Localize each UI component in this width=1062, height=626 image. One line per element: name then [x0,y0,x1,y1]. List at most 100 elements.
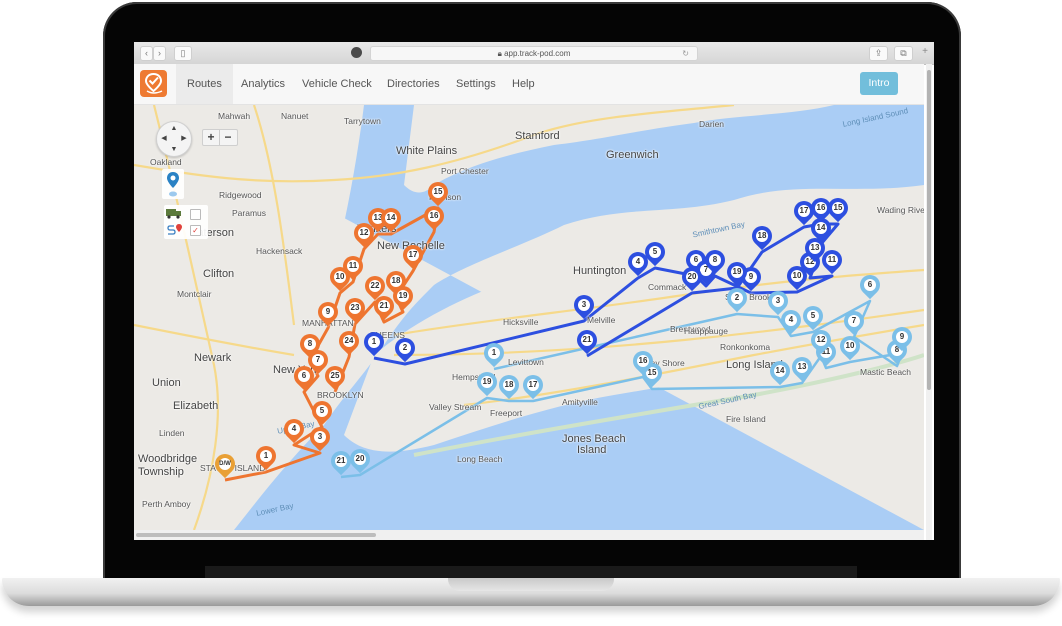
route-orange-stop-marker[interactable]: 1 [251,441,281,473]
share-button[interactable]: ⇪ [869,46,888,61]
route-blue-stop-marker[interactable]: 15 [823,193,853,225]
nav-tab-directories[interactable]: Directories [376,64,451,104]
route-lightblue-stop-marker[interactable]: 21 [326,446,356,478]
map-place-label: Elizabeth [173,400,219,412]
route-map[interactable]: Mahwah Tarrytown Stamford Darien Nanuet White… [134,105,924,530]
map-place-label: Hauppauge [684,326,728,336]
route-lightblue-stop-marker[interactable]: 17 [518,370,548,402]
back-button[interactable]: ‹ [140,46,153,61]
stop-number: 24 [344,336,354,345]
pan-right-icon[interactable]: ▶ [179,135,189,143]
route-lightblue-stop-marker[interactable]: 20 [345,444,375,476]
route-blue-stop-marker[interactable]: 2 [390,333,420,365]
zoom-control: + − [202,129,238,146]
route-lightblue-stop-marker[interactable]: 6 [855,270,885,302]
route-layer-checkbox[interactable]: ✓ [190,225,201,236]
address-bar[interactable]: 🔒︎ app.track-pod.com ↻ [370,46,698,61]
route-blue-stop-marker[interactable]: 19 [722,257,752,289]
route-lightblue-stop-marker[interactable]: 13 [787,352,817,384]
route-blue-stop-marker[interactable]: 8 [700,245,730,277]
nav-tab-routes[interactable]: Routes [176,64,233,104]
sidebar-toggle-button[interactable]: ▯ [174,46,192,61]
new-tab-button[interactable]: + [919,46,931,62]
nav-tab-vehicle-check[interactable]: Vehicle Check [291,64,383,104]
route-orange-stop-marker[interactable]: 11 [338,251,368,283]
route-orange-stop-marker[interactable]: 14 [376,203,406,235]
route-blue-stop-marker[interactable]: 18 [747,221,777,253]
laptop-notch [448,578,614,591]
map-place-label: Huntington [573,265,627,277]
route-lightblue-stop-marker[interactable]: 1 [479,338,509,370]
map-place-label: Ridgewood [219,190,262,200]
route-lightblue-stop-marker[interactable]: 16 [628,346,658,378]
route-orange-stop-marker[interactable]: 5 [307,396,337,428]
track-pod-logo-icon[interactable] [140,70,167,97]
stop-number: 3 [581,300,587,309]
vertical-scrollbar[interactable] [926,64,932,540]
route-blue-stop-marker[interactable]: 5 [640,237,670,269]
route-lightblue-stop-marker[interactable]: 9 [887,322,917,354]
route-orange-stop-marker[interactable]: 23 [340,293,370,325]
map-place-label: Port Chester [441,166,489,176]
route-blue-stop-marker[interactable]: 1 [359,327,389,359]
map-place-label: Levittown [508,357,544,367]
zoom-out-button[interactable]: − [220,130,236,145]
stop-number: 19 [398,291,408,300]
vehicle-layer-checkbox[interactable] [190,209,201,220]
forward-button[interactable]: › [153,46,166,61]
route-lightblue-stop-marker[interactable]: 10 [835,331,865,363]
map-place-label: Linden [159,428,185,438]
intro-button[interactable]: Intro [860,72,898,95]
nav-tab-analytics[interactable]: Analytics [230,64,296,104]
browser-toolbar: ‹ › ▯ 🔒︎ app.track-pod.com ↻ ⇪ ⧉ + [134,42,934,65]
nav-tab-settings[interactable]: Settings [445,64,507,104]
route-blue-stop-marker[interactable]: 3 [569,290,599,322]
route-orange-stop-marker[interactable]: 19 [388,281,418,313]
route-lightblue-stop-marker[interactable]: 7 [839,306,869,338]
route-orange-stop-marker[interactable]: 17 [398,240,428,272]
pan-left-icon[interactable]: ◀ [159,135,169,143]
route-orange-stop-marker[interactable]: 3 [305,422,335,454]
pan-up-icon[interactable]: ▲ [169,125,179,133]
route-lightblue-stop-marker[interactable]: 14 [765,356,795,388]
route-orange-stop-marker[interactable]: D/W [210,449,240,481]
tabs-overview-button[interactable]: ⧉ [894,46,913,61]
horizontal-scroll-thumb[interactable] [136,533,376,537]
route-orange-stop-marker[interactable]: 22 [360,271,390,303]
route-lightblue-stop-marker[interactable]: 12 [806,325,836,357]
route-lightblue-stop-marker[interactable]: 18 [494,370,524,402]
route-blue-stop-marker[interactable]: 17 [789,196,819,228]
map-place-label: Amityville [562,397,598,407]
stop-number: 20 [355,454,365,463]
stop-number: 11 [827,255,837,264]
map-place-label: Montclair [177,289,212,299]
route-blue-stop-marker[interactable]: 21 [572,325,602,357]
route-orange-stop-marker[interactable]: 24 [334,326,364,358]
route-orange-stop-marker[interactable]: 25 [320,361,350,393]
route-orange-stop-marker[interactable]: 4 [279,414,309,446]
reload-icon[interactable]: ↻ [682,47,689,60]
stop-number: 1 [491,348,497,357]
map-place-label: Nanuet [281,111,309,121]
map-place-label: Hackensack [256,246,303,256]
route-orange-stop-marker[interactable]: 16 [419,201,449,233]
nav-tab-help[interactable]: Help [501,64,546,104]
stop-number: 1 [263,451,269,460]
route-blue-stop-marker[interactable]: 11 [817,245,847,277]
privacy-icon[interactable] [351,47,362,58]
vertical-scroll-thumb[interactable] [927,70,931,390]
route-orange-stop-marker[interactable]: 9 [313,297,343,329]
route-lightblue-stop-marker[interactable]: 4 [776,305,806,337]
pan-down-icon[interactable]: ▼ [169,146,179,154]
route-blue-stop-marker[interactable]: 20 [677,262,707,294]
horizontal-scrollbar[interactable] [134,530,924,540]
map-place-label: Oakland [150,157,182,167]
stop-number: 16 [638,356,648,365]
route-orange-stop-marker[interactable]: 8 [295,329,325,361]
stop-number: 17 [528,380,538,389]
pan-control[interactable]: ▲ ▼ ◀ ▶ [156,121,192,157]
zoom-in-button[interactable]: + [203,130,220,145]
location-tool[interactable] [162,169,184,199]
chevron-left-icon: ‹ [145,48,148,58]
route-lightblue-stop-marker[interactable]: 19 [472,367,502,399]
